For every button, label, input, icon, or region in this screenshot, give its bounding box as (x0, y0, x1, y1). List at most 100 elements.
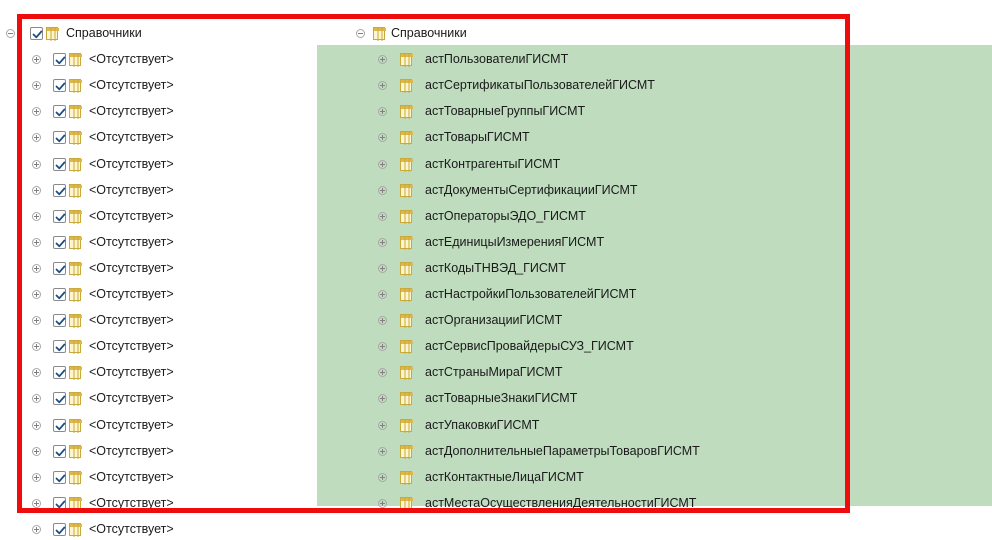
left-tree-item[interactable]: <Отсутствует> (0, 257, 317, 279)
expand-circle-icon[interactable] (378, 446, 387, 456)
left-tree-item[interactable]: <Отсутствует> (0, 100, 317, 122)
expand-circle-icon[interactable] (378, 368, 387, 378)
left-root-row[interactable]: Справочники (0, 22, 317, 44)
expand-circle-icon[interactable] (32, 237, 41, 247)
left-tree-item[interactable]: <Отсутствует> (0, 74, 317, 96)
right-tree-item[interactable]: астТоварныеГруппыГИСМТ (360, 100, 840, 122)
expand-circle-icon[interactable] (32, 107, 41, 117)
checkmark-icon[interactable] (53, 522, 66, 536)
left-tree-item[interactable]: <Отсутствует> (0, 153, 317, 175)
left-tree-item[interactable]: <Отсутствует> (0, 361, 317, 383)
left-tree-item[interactable]: <Отсутствует> (0, 126, 317, 148)
expand-circle-icon[interactable] (378, 342, 387, 352)
expand-circle-icon[interactable] (378, 211, 387, 221)
expand-circle-icon[interactable] (32, 446, 41, 456)
left-tree-item[interactable]: <Отсутствует> (0, 205, 317, 227)
left-item-label: <Отсутствует> (89, 469, 174, 484)
expand-circle-icon[interactable] (32, 185, 41, 195)
checkmark-icon[interactable] (53, 209, 66, 223)
checkmark-icon[interactable] (53, 79, 66, 93)
checkmark-icon[interactable] (53, 131, 66, 145)
left-tree-item[interactable]: <Отсутствует> (0, 48, 317, 70)
left-tree-item[interactable]: <Отсутствует> (0, 335, 317, 357)
checkmark-icon[interactable] (53, 157, 66, 171)
right-tree-item[interactable]: астСервисПровайдерыСУЗ_ГИСМТ (360, 335, 840, 357)
expand-circle-icon[interactable] (32, 290, 41, 299)
checkmark-icon[interactable] (53, 418, 66, 432)
checkmark-icon[interactable] (53, 53, 66, 67)
right-tree-item[interactable]: астСертификатыПользователейГИСМТ (360, 74, 840, 96)
checkmark-icon[interactable] (53, 444, 66, 458)
expand-circle-icon[interactable] (32, 316, 41, 326)
checkmark-icon[interactable] (53, 288, 66, 301)
checkmark-icon[interactable] (53, 183, 66, 197)
checkmark-icon[interactable] (53, 470, 66, 484)
expand-circle-icon[interactable] (32, 368, 41, 378)
right-tree-item[interactable]: астОрганизацииГИСМТ (360, 309, 840, 331)
right-tree-item[interactable]: астДополнительныеПараметрыТоваровГИСМТ (360, 440, 840, 462)
right-tree-item[interactable]: астМестаОсуществленияДеятельностиГИСМТ (360, 492, 840, 514)
expand-circle-icon[interactable] (378, 237, 387, 247)
expand-circle-icon[interactable] (32, 263, 41, 273)
right-root-row[interactable]: Справочники (356, 22, 840, 44)
expand-circle-icon[interactable] (32, 133, 41, 143)
expand-circle-icon[interactable] (378, 472, 387, 482)
left-tree-item[interactable]: <Отсутствует> (0, 309, 317, 331)
table-icon (400, 470, 413, 485)
right-tree-item[interactable]: астСтраныМираГИСМТ (360, 361, 840, 383)
checkmark-icon[interactable] (53, 340, 66, 354)
expand-circle-icon[interactable] (378, 394, 387, 404)
left-tree-item[interactable]: <Отсутствует> (0, 179, 317, 201)
expand-circle-icon[interactable] (32, 394, 41, 404)
right-tree-item[interactable]: астТоварныеЗнакиГИСМТ (360, 387, 840, 409)
expand-circle-icon[interactable] (378, 185, 387, 195)
expand-circle-icon[interactable] (378, 107, 387, 117)
expand-circle-icon[interactable] (32, 211, 41, 221)
expand-circle-icon[interactable] (32, 472, 41, 482)
checkmark-icon[interactable] (53, 496, 66, 510)
right-tree-item[interactable]: астКонтрагентыГИСМТ (360, 153, 840, 175)
right-tree-item[interactable]: астУпаковкиГИСМТ (360, 414, 840, 436)
expand-circle-icon[interactable] (378, 420, 387, 430)
right-tree-item[interactable]: астПользователиГИСМТ (360, 48, 840, 70)
expand-circle-icon[interactable] (378, 290, 387, 299)
checkmark-icon[interactable] (30, 27, 43, 40)
right-tree-item[interactable]: астКонтактныеЛицаГИСМТ (360, 466, 840, 488)
right-tree-item[interactable]: астДокументыСертификацииГИСМТ (360, 179, 840, 201)
left-tree-item[interactable]: <Отсутствует> (0, 414, 317, 436)
expand-circle-icon[interactable] (32, 55, 41, 65)
left-tree-item[interactable]: <Отсутствует> (0, 492, 317, 514)
right-tree-item[interactable]: астЕдиницыИзмеренияГИСМТ (360, 231, 840, 253)
expand-circle-icon[interactable] (378, 159, 387, 169)
checkmark-icon[interactable] (53, 314, 66, 328)
left-tree-item[interactable]: <Отсутствует> (0, 466, 317, 488)
left-tree-item[interactable]: <Отсутствует> (0, 518, 317, 540)
checkmark-icon[interactable] (53, 366, 66, 380)
checkmark-icon[interactable] (53, 105, 66, 119)
right-tree-item[interactable]: астНастройкиПользователейГИСМТ (360, 283, 840, 305)
expand-circle-icon[interactable] (32, 81, 41, 91)
expand-circle-icon[interactable] (378, 81, 387, 91)
expand-circle-icon[interactable] (32, 159, 41, 169)
right-tree-item[interactable]: астТоварыГИСМТ (360, 126, 840, 148)
checkmark-icon[interactable] (53, 235, 66, 249)
expand-circle-icon[interactable] (378, 316, 387, 326)
expand-circle-icon[interactable] (378, 55, 387, 65)
expand-circle-icon[interactable] (32, 342, 41, 352)
left-tree-item[interactable]: <Отсутствует> (0, 387, 317, 409)
right-tree-item[interactable]: астОператорыЭДО_ГИСМТ (360, 205, 840, 227)
checkmark-icon[interactable] (53, 392, 66, 406)
expand-circle-icon[interactable] (32, 420, 41, 430)
expand-circle-icon[interactable] (32, 498, 41, 508)
right-tree-item[interactable]: астКодыТНВЭД_ГИСМТ (360, 257, 840, 279)
expand-circle-icon[interactable] (378, 263, 387, 273)
left-tree-item[interactable]: <Отсутствует> (0, 440, 317, 462)
left-tree-item[interactable]: <Отсутствует> (0, 283, 317, 305)
expand-circle-icon[interactable] (378, 498, 387, 508)
expand-circle-icon[interactable] (378, 133, 387, 143)
checkmark-icon[interactable] (53, 261, 66, 275)
expand-circle-icon[interactable] (32, 524, 41, 534)
collapse-circle-icon[interactable] (6, 29, 15, 38)
collapse-circle-icon[interactable] (356, 29, 365, 38)
left-tree-item[interactable]: <Отсутствует> (0, 231, 317, 253)
